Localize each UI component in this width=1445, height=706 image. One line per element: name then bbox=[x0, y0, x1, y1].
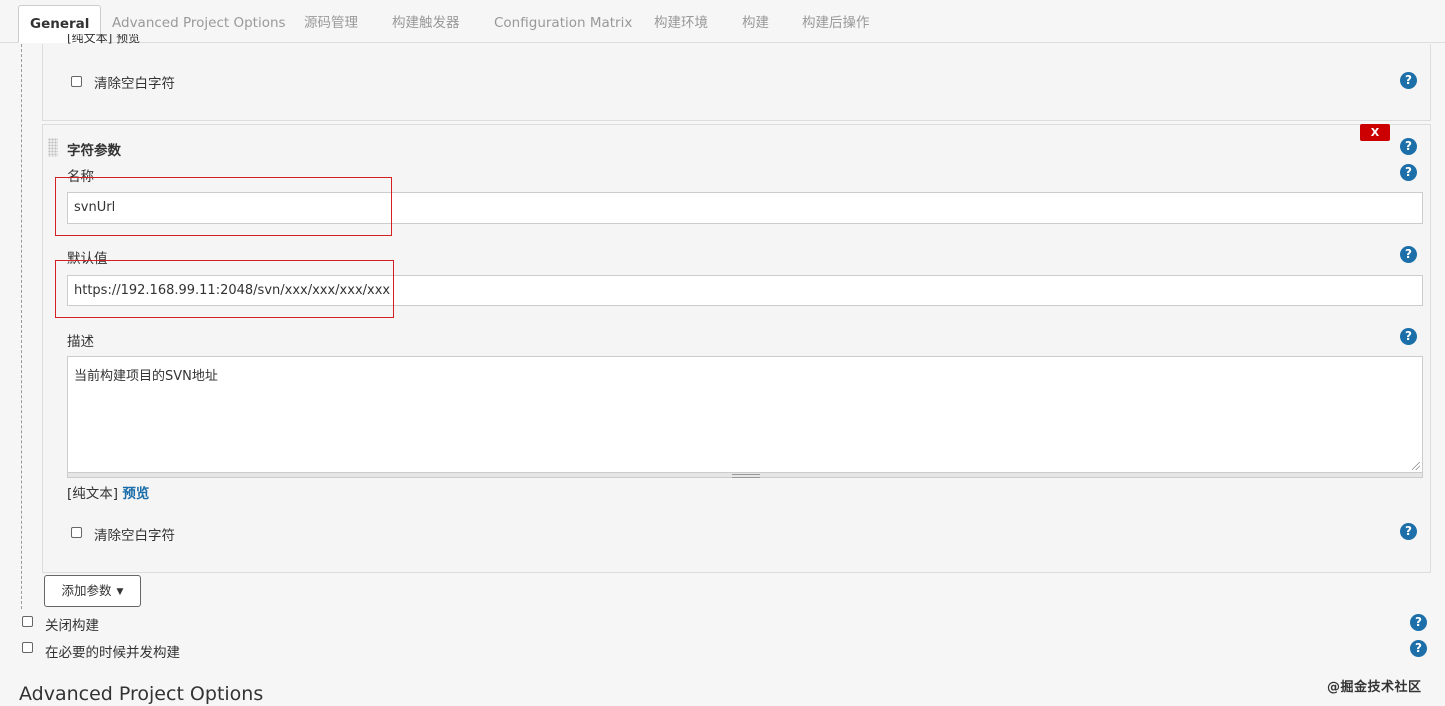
description-label: 描述 bbox=[67, 334, 94, 350]
tab-build-triggers[interactable]: 构建触发器 bbox=[392, 13, 460, 33]
add-parameter-button[interactable]: 添加参数 ▼ bbox=[44, 575, 141, 607]
plain-text-preview-row: [纯文本] 预览 bbox=[67, 482, 149, 502]
config-tab-bar: General Advanced Project Options 源码管理 构建… bbox=[0, 0, 1445, 43]
advanced-options-heading: Advanced Project Options bbox=[19, 683, 264, 705]
caret-down-icon: ▼ bbox=[116, 587, 124, 597]
tab-advanced-project-options[interactable]: Advanced Project Options bbox=[112, 13, 286, 33]
description-textarea[interactable]: 当前构建项目的SVN地址 bbox=[67, 356, 1423, 473]
previous-trim-checkbox[interactable] bbox=[71, 76, 82, 87]
previous-parameter-block bbox=[42, 44, 1431, 121]
tab-build[interactable]: 构建 bbox=[742, 13, 769, 33]
description-help-icon[interactable]: ? bbox=[1400, 328, 1417, 345]
trim-help-icon[interactable]: ? bbox=[1400, 523, 1417, 540]
add-parameter-label: 添加参数 bbox=[61, 583, 112, 598]
concurrent-build-checkbox[interactable] bbox=[22, 642, 33, 653]
previous-trim-help-icon[interactable]: ? bbox=[1400, 72, 1417, 89]
drag-handle-icon[interactable] bbox=[48, 138, 58, 157]
textarea-expand-grip[interactable] bbox=[67, 472, 1423, 478]
disable-build-checkbox[interactable] bbox=[22, 616, 33, 627]
name-help-icon[interactable]: ? bbox=[1400, 164, 1417, 181]
nesting-guide-line bbox=[21, 44, 22, 609]
concurrent-build-label: 在必要的时候并发构建 bbox=[45, 645, 180, 661]
tab-configuration-matrix[interactable]: Configuration Matrix bbox=[494, 13, 632, 33]
default-value-help-icon[interactable]: ? bbox=[1400, 246, 1417, 263]
name-label: 名称 bbox=[67, 169, 94, 185]
tab-build-environment[interactable]: 构建环境 bbox=[654, 13, 708, 33]
preview-link[interactable]: 预览 bbox=[122, 486, 149, 502]
string-parameter-title: 字符参数 bbox=[67, 143, 121, 159]
disable-build-label: 关闭构建 bbox=[45, 618, 99, 634]
textarea-resize-handle-icon[interactable] bbox=[1412, 462, 1420, 470]
previous-trim-label: 清除空白字符 bbox=[94, 76, 175, 92]
name-input[interactable]: svnUrl bbox=[67, 192, 1423, 224]
trim-checkbox[interactable] bbox=[71, 527, 82, 538]
default-value-input[interactable]: https://192.168.99.11:2048/svn/xxx/xxx/x… bbox=[67, 275, 1423, 306]
default-value-label: 默认值 bbox=[67, 251, 108, 267]
trim-label: 清除空白字符 bbox=[94, 528, 175, 544]
plain-text-label: [纯文本] bbox=[67, 486, 119, 502]
disable-build-help-icon[interactable]: ? bbox=[1410, 614, 1427, 631]
description-text: 当前构建项目的SVN地址 bbox=[74, 369, 218, 384]
concurrent-build-help-icon[interactable]: ? bbox=[1410, 640, 1427, 657]
delete-parameter-button[interactable]: X bbox=[1360, 124, 1390, 141]
tab-source-code-management[interactable]: 源码管理 bbox=[304, 13, 358, 33]
watermark: @掘金技术社区 bbox=[1327, 680, 1422, 695]
string-parameter-help-icon[interactable]: ? bbox=[1400, 138, 1417, 155]
previous-plain-text-preview-clipped: [纯文本] 预览 bbox=[67, 34, 141, 44]
tab-post-build-actions[interactable]: 构建后操作 bbox=[802, 13, 870, 33]
